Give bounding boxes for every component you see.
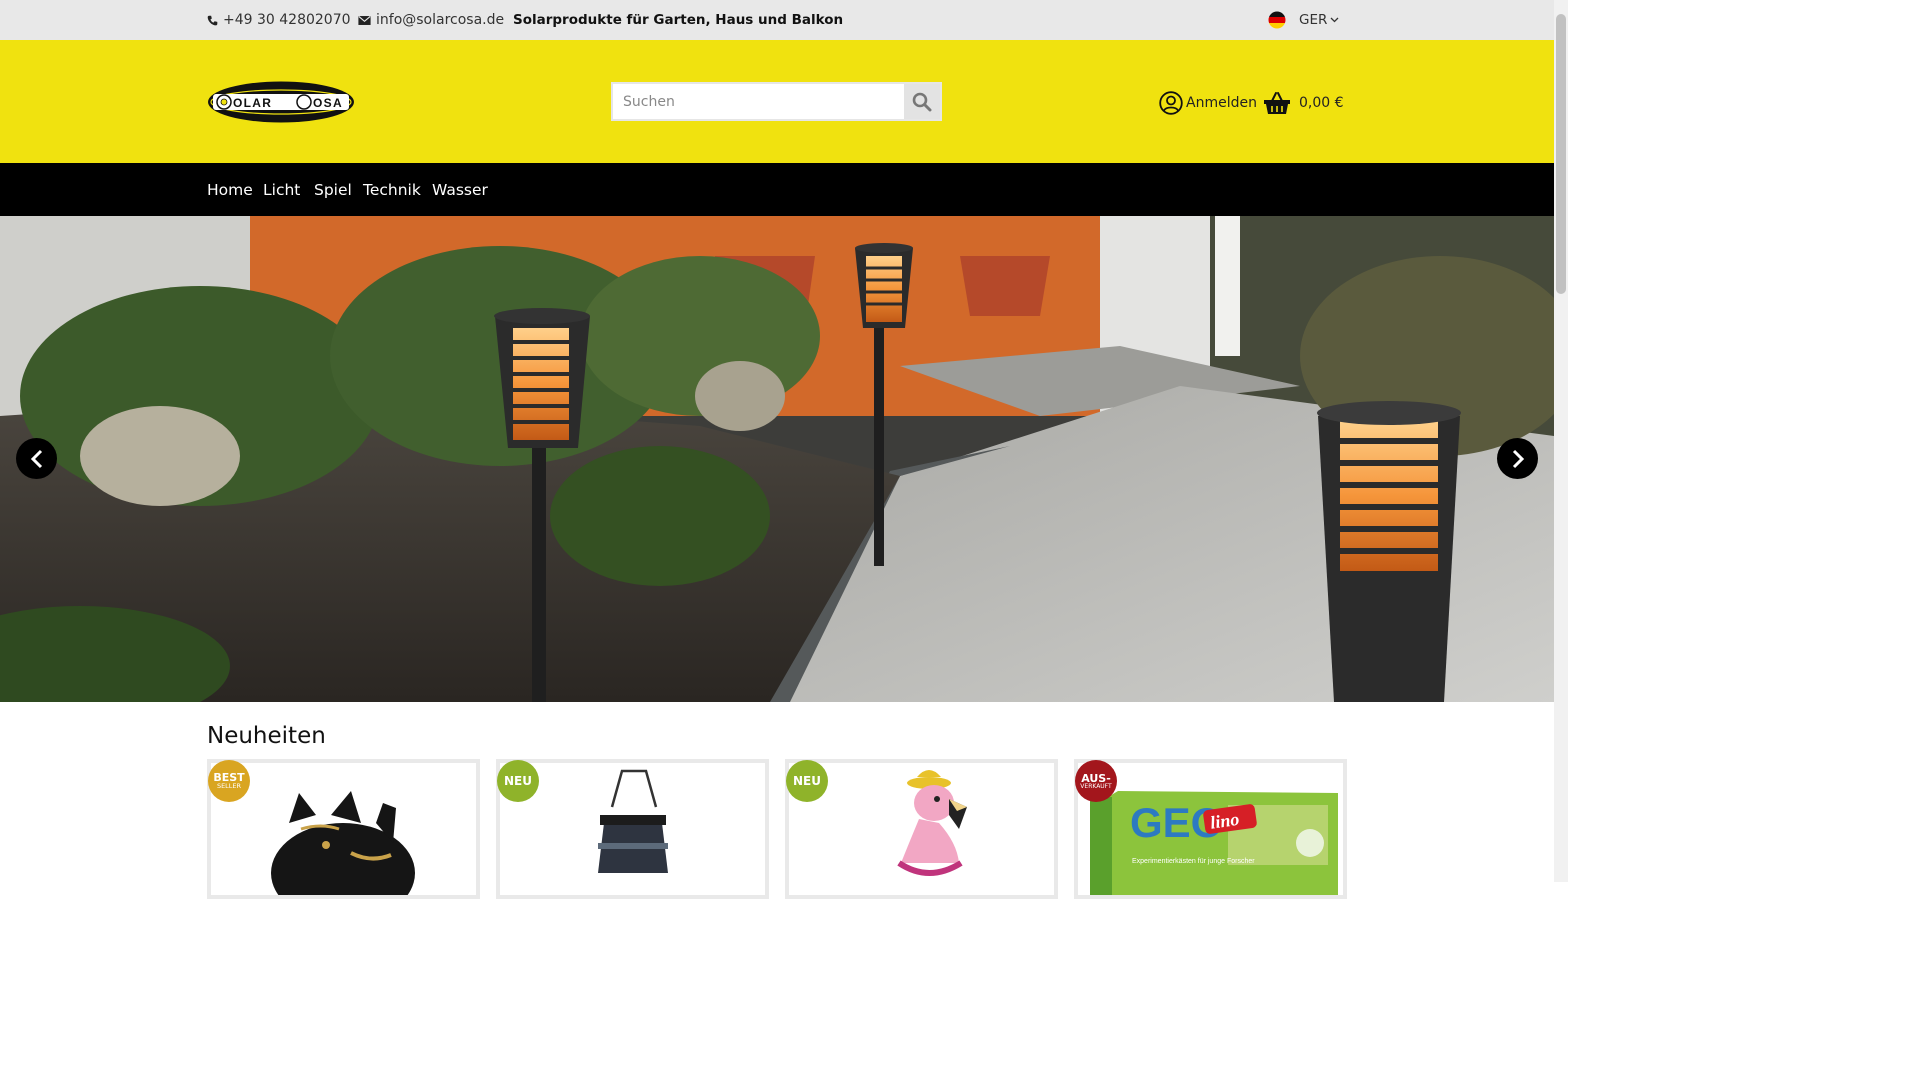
language-selector[interactable]: GER	[1268, 0, 1344, 40]
cart-total: 0,00 €	[1299, 95, 1344, 111]
language-code: GER	[1299, 12, 1328, 28]
badge-line-2: VERKAUFT	[1080, 782, 1112, 790]
solarcosa-logo[interactable]: OLAR OSA	[207, 81, 355, 123]
bestseller-badge: BEST SELLER	[208, 760, 250, 802]
badge-line-1: AUS-	[1081, 771, 1111, 785]
email-contact[interactable]: info@solarcosa.de	[358, 0, 504, 40]
german-flag-icon	[1268, 11, 1286, 29]
badge-line-2: SELLER	[216, 782, 242, 791]
product-image-solar-lantern	[598, 769, 668, 873]
geo-subtitle-text: Experimentierkästen für junge Forscher	[1132, 858, 1255, 865]
product-image-flamingo	[897, 770, 967, 876]
carousel-prev-button[interactable]	[16, 438, 57, 479]
badge-line-1: NEU	[504, 774, 532, 788]
logo-graphic: OLAR OSA	[208, 81, 354, 123]
nav-item-spiel[interactable]: Spiel	[314, 163, 352, 216]
sold-out-badge: AUS- VERKAUFT	[1075, 760, 1117, 802]
nav-item-licht[interactable]: Licht	[263, 163, 300, 216]
login-label: Anmelden	[1186, 95, 1257, 111]
svg-text:OSA: OSA	[313, 96, 343, 110]
nav-item-home[interactable]: Home	[207, 163, 253, 216]
basket-icon	[1264, 92, 1290, 114]
carousel-next-button[interactable]	[1497, 438, 1538, 479]
svg-text:OLAR: OLAR	[233, 96, 272, 110]
envelope-icon	[358, 15, 371, 25]
tagline-text: Solarprodukte für Garten, Haus und Balko…	[513, 12, 844, 28]
chevron-down-icon	[1330, 17, 1339, 23]
new-badge: NEU	[497, 760, 539, 802]
user-icon	[1159, 91, 1183, 115]
phone-number: +49 30 42802070	[223, 12, 351, 28]
chevron-left-icon	[30, 449, 42, 468]
hero-image-solar-torches	[0, 216, 1554, 702]
chevron-right-icon	[1512, 449, 1524, 468]
hero-slider[interactable]	[0, 216, 1554, 702]
phone-contact[interactable]: +49 30 42802070	[207, 0, 351, 40]
cart-link[interactable]: 0,00 €	[1263, 90, 1344, 116]
email-address: info@solarcosa.de	[376, 12, 505, 28]
section-title: Neuheiten	[207, 723, 326, 749]
nav-item-wasser[interactable]: Wasser	[432, 163, 488, 216]
product-image-lucky-cat	[271, 791, 415, 895]
scrollbar-thumb[interactable]	[1556, 14, 1566, 294]
search-input[interactable]	[613, 84, 907, 119]
search-icon	[912, 92, 932, 111]
login-link[interactable]: Anmelden	[1159, 90, 1257, 116]
search-form	[611, 82, 942, 121]
product-image-geolino-kit: GEO lino Experimentierkästen für junge F…	[1090, 791, 1338, 895]
geo-brand-text: lino	[1209, 809, 1241, 833]
search-button[interactable]	[904, 84, 940, 119]
nav-item-technik[interactable]: Technik	[363, 163, 421, 216]
badge-line-1: NEU	[793, 774, 821, 788]
new-badge: NEU	[786, 760, 828, 802]
shop-tagline: Solarprodukte für Garten, Haus und Balko…	[513, 0, 843, 40]
phone-icon	[207, 15, 218, 25]
